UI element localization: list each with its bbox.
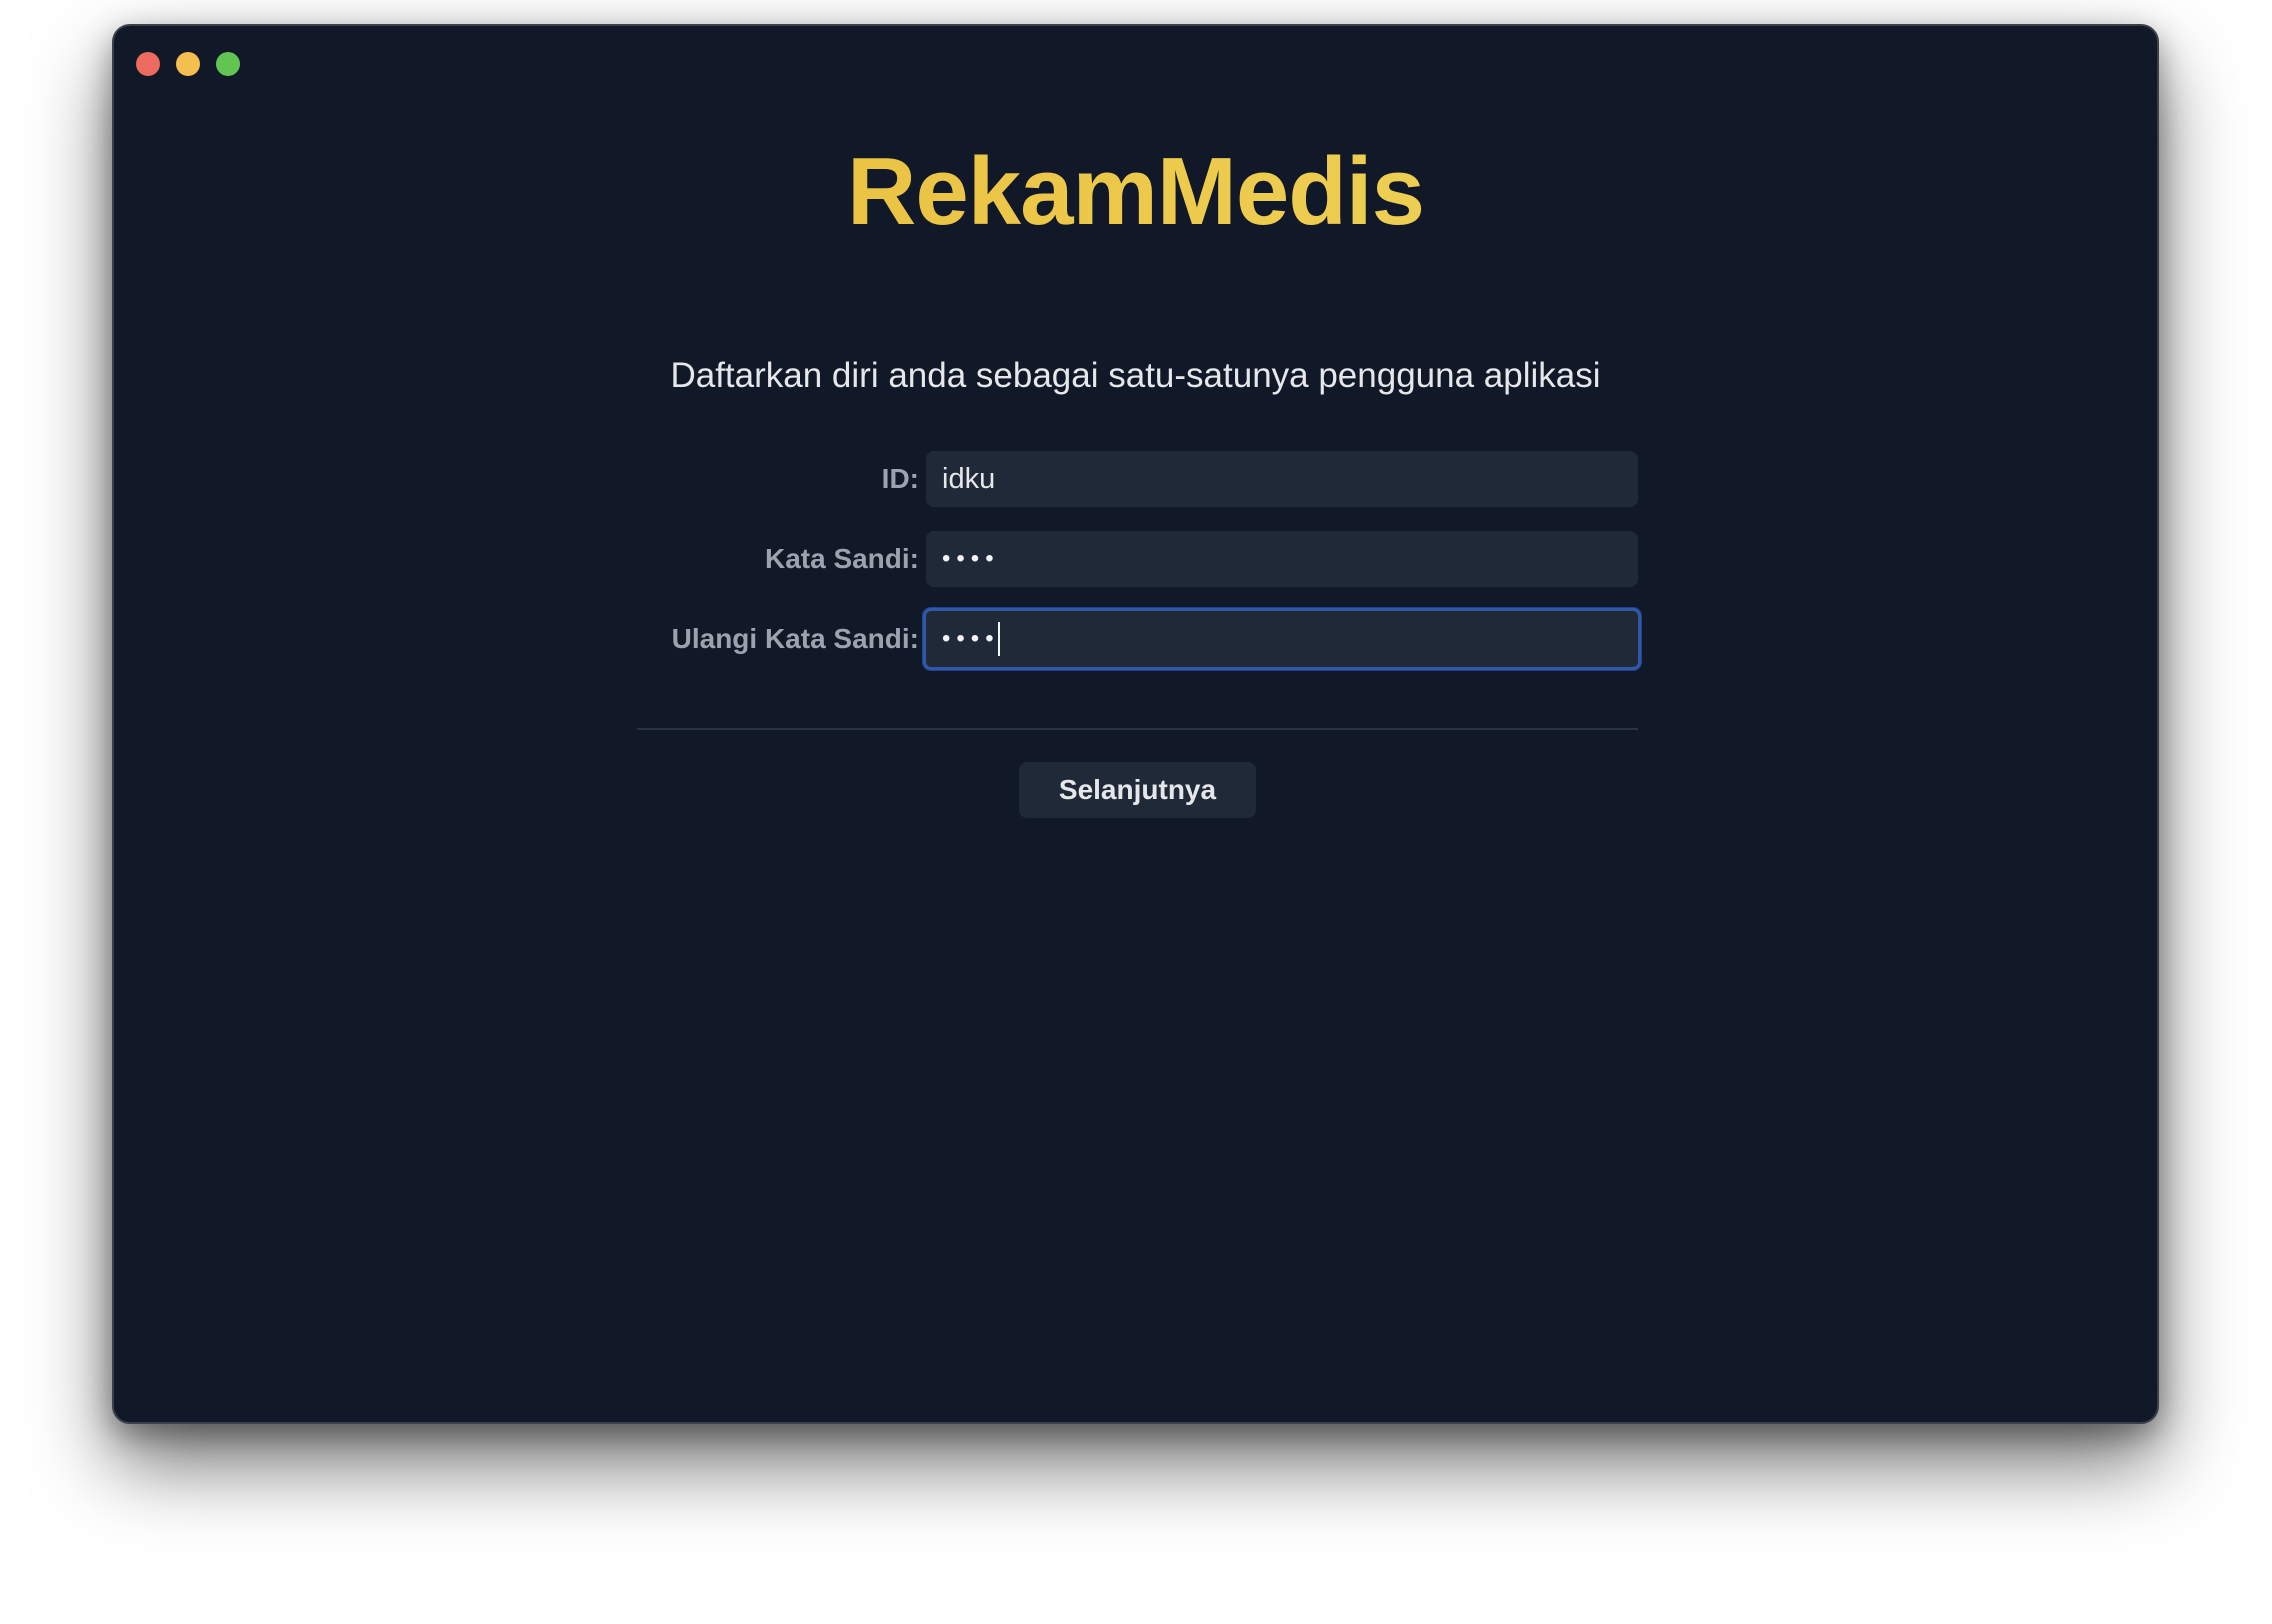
text-caret xyxy=(997,622,1000,656)
id-input-value: idku xyxy=(942,462,996,495)
id-label: ID: xyxy=(881,463,919,494)
confirm-password-label: Ulangi Kata Sandi: xyxy=(671,623,919,654)
confirm-password-input[interactable]: •••• xyxy=(923,608,1641,670)
id-input[interactable]: idku xyxy=(926,451,1638,507)
window-controls xyxy=(136,52,240,76)
maximize-window-button[interactable] xyxy=(216,52,240,76)
close-window-button[interactable] xyxy=(136,52,160,76)
app-window: RekamMedis Daftarkan diri anda sebagai s… xyxy=(112,24,2159,1424)
next-button[interactable]: Selanjutnya xyxy=(1019,762,1256,818)
app-title: RekamMedis xyxy=(114,144,2157,240)
password-input[interactable]: •••• xyxy=(926,531,1638,587)
password-input-value: •••• xyxy=(942,545,1000,572)
form-divider xyxy=(637,728,1638,730)
confirm-password-input-value: •••• xyxy=(942,625,1000,652)
minimize-window-button[interactable] xyxy=(176,52,200,76)
page-subtitle: Daftarkan diri anda sebagai satu-satunya… xyxy=(670,356,1601,395)
password-label: Kata Sandi: xyxy=(764,543,919,574)
